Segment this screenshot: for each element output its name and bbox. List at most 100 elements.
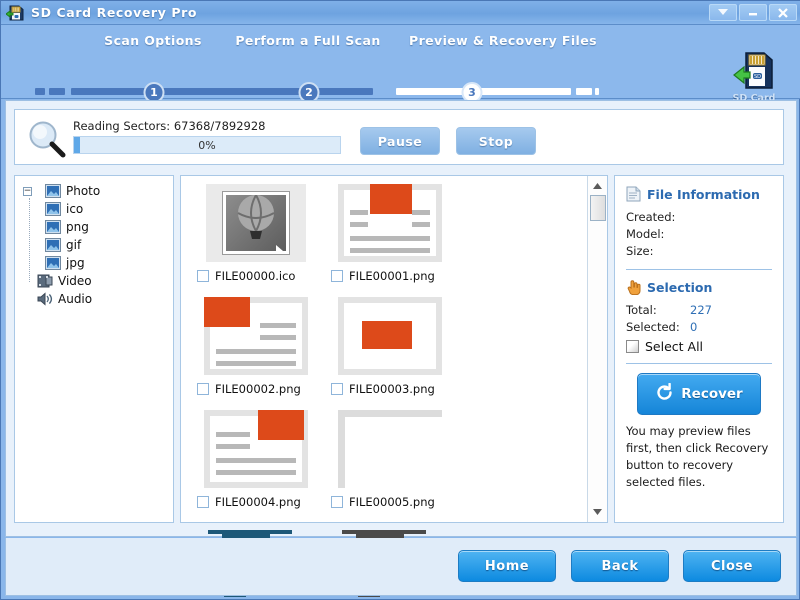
home-button[interactable]: Home — [458, 550, 556, 582]
file-name: FILE00005.png — [349, 495, 435, 509]
tree-item-gif[interactable]: gif — [19, 236, 169, 254]
track-dash-1 — [35, 88, 45, 95]
scan-status-bar: Reading Sectors: 67368/7892928 0% Pause … — [14, 109, 784, 165]
tree-label: Video — [58, 274, 92, 288]
window-title: SD Card Recovery Pro — [31, 5, 198, 20]
tree-item-photo[interactable]: − Photo — [19, 182, 169, 200]
file-name: FILE00002.png — [215, 382, 301, 396]
tree-item-png[interactable]: png — [19, 218, 169, 236]
hand-pointer-icon — [626, 279, 641, 296]
selection-key: Selected: — [626, 320, 680, 334]
file-preview-panel: FILE00000.ico FILE00001.png FILE00002.pn… — [180, 175, 608, 597]
info-key: Created: — [626, 210, 676, 224]
application-window: SD Card Recovery Pro Scan Options Perfor… — [0, 0, 800, 600]
wizard-header: Scan Options Perform a Full Scan Preview… — [1, 25, 800, 115]
main-content: Reading Sectors: 67368/7892928 0% Pause … — [5, 100, 797, 597]
track-dash-2 — [49, 88, 65, 95]
file-thumbnail-grid: FILE00000.ico FILE00001.png FILE00002.pn… — [181, 176, 587, 597]
select-all-row[interactable]: Select All — [626, 339, 772, 354]
file-checkbox[interactable] — [197, 383, 209, 395]
file-thumbnail-document[interactable] — [201, 295, 311, 377]
step-label-1: Scan Options — [104, 33, 202, 48]
scroll-up-icon[interactable] — [588, 178, 607, 194]
file-name: FILE00003.png — [349, 382, 435, 396]
window-controls — [709, 4, 797, 21]
selection-value-selected: 0 — [690, 320, 698, 334]
file-thumbnail-photo[interactable] — [201, 182, 311, 264]
file-information-header: File Information — [626, 186, 772, 202]
tree-item-video[interactable]: Video — [19, 272, 169, 290]
files-scrollbar[interactable] — [587, 176, 607, 522]
file-checkbox[interactable] — [331, 496, 343, 508]
selection-key: Total: — [626, 303, 657, 317]
file-thumbnail-document[interactable] — [201, 408, 311, 490]
document-icon — [626, 186, 641, 202]
track-seg-done-1 — [71, 88, 373, 95]
tree-label: png — [66, 220, 89, 234]
info-row-size: Size: — [626, 243, 772, 260]
audio-icon — [37, 292, 53, 306]
tree-label: Photo — [66, 184, 101, 198]
close-footer-button[interactable]: Close — [683, 550, 781, 582]
file-item[interactable]: FILE00004.png — [189, 408, 323, 521]
file-item[interactable]: FILE00001.png — [323, 182, 457, 295]
file-type-tree[interactable]: − Photo ico png gif jpg Video Audio — [14, 175, 174, 523]
tree-item-audio[interactable]: Audio — [19, 290, 169, 308]
scan-status-text: Reading Sectors: 67368/7892928 — [73, 119, 266, 133]
file-name: FILE00000.ico — [215, 269, 296, 283]
selection-row-selected: Selected: 0 — [626, 319, 772, 336]
file-name: FILE00004.png — [215, 495, 301, 509]
file-thumbnail-empty[interactable] — [335, 408, 445, 490]
title-bar: SD Card Recovery Pro — [1, 1, 800, 25]
minimize-button[interactable] — [739, 4, 767, 21]
file-item[interactable]: FILE00002.png — [189, 295, 323, 408]
info-key: Model: — [626, 227, 665, 241]
svg-text:SD: SD — [754, 74, 761, 80]
divider — [626, 269, 772, 270]
file-item[interactable]: FILE00005.png — [323, 408, 457, 521]
file-item[interactable]: FILE00000.ico — [189, 182, 323, 295]
file-checkbox[interactable] — [331, 383, 343, 395]
file-thumbnail-document[interactable] — [335, 182, 445, 264]
step-label-2: Perform a Full Scan — [235, 33, 381, 48]
file-name: FILE00001.png — [349, 269, 435, 283]
file-thumbnail-frame[interactable] — [335, 295, 445, 377]
file-checkbox[interactable] — [197, 496, 209, 508]
recover-button[interactable]: Recover — [637, 373, 761, 415]
file-item[interactable]: FILE00003.png — [323, 295, 457, 408]
tree-item-jpg[interactable]: jpg — [19, 254, 169, 272]
stop-button[interactable]: Stop — [456, 127, 536, 155]
info-row-created: Created: — [626, 209, 772, 226]
tree-item-ico[interactable]: ico — [19, 200, 169, 218]
step-labels: Scan Options Perform a Full Scan Preview… — [1, 33, 691, 53]
track-dash-3 — [543, 88, 571, 95]
image-icon — [45, 256, 61, 270]
section-title: Selection — [647, 279, 713, 295]
image-icon — [45, 220, 61, 234]
selection-row-total: Total: 227 — [626, 302, 772, 319]
file-checkbox[interactable] — [331, 270, 343, 282]
menu-button[interactable] — [709, 4, 737, 21]
track-dash-5 — [595, 88, 599, 95]
recover-hint: You may preview files first, then click … — [626, 424, 769, 489]
step-label-3: Preview & Recovery Files — [409, 33, 597, 48]
select-all-label: Select All — [645, 339, 704, 354]
info-key: Size: — [626, 244, 654, 258]
pause-button[interactable]: Pause — [360, 127, 440, 155]
tree-label: Audio — [58, 292, 93, 306]
chevron-down-icon — [718, 9, 728, 15]
tree-label: ico — [66, 202, 84, 216]
info-row-model: Model: — [626, 226, 772, 243]
magnifier-icon — [27, 120, 67, 158]
scan-progress-percent: 0% — [198, 138, 216, 152]
file-checkbox[interactable] — [197, 270, 209, 282]
scroll-down-icon[interactable] — [588, 504, 607, 520]
scan-progress-bar: 0% — [73, 136, 341, 154]
scrollbar-thumb[interactable] — [590, 195, 606, 221]
step-progress-track — [1, 88, 691, 96]
select-all-checkbox[interactable] — [626, 340, 639, 353]
back-button[interactable]: Back — [571, 550, 669, 582]
track-dash-4 — [576, 88, 592, 95]
collapse-toggle-icon[interactable]: − — [23, 186, 32, 196]
close-button[interactable] — [769, 4, 797, 21]
